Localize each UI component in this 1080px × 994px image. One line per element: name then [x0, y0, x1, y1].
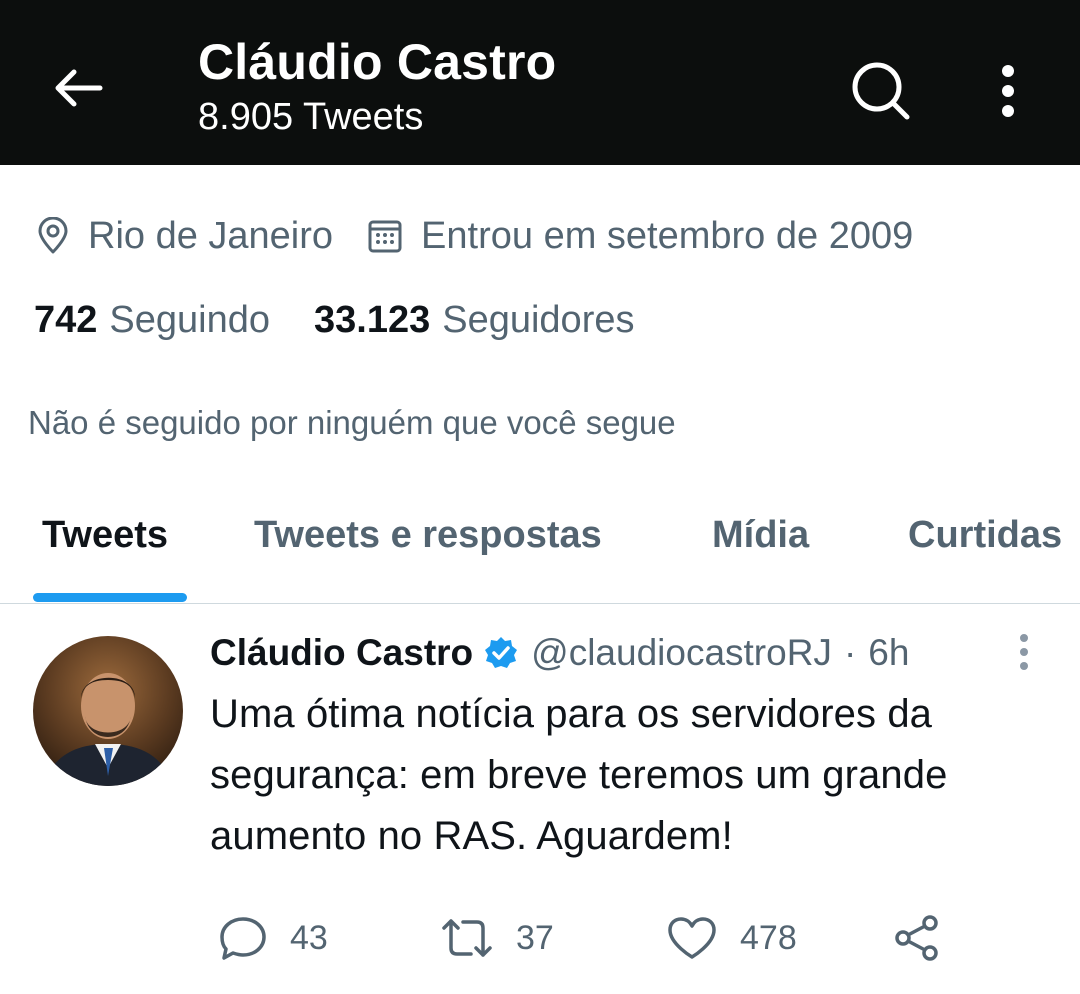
verified-badge-icon	[483, 635, 519, 671]
page-title: Cláudio Castro	[198, 34, 557, 90]
active-tab-indicator	[33, 593, 187, 602]
followers-count: 33.123	[314, 298, 431, 341]
tweet-author-handle[interactable]: @claudiocastroRJ	[531, 632, 832, 674]
join-date: Entrou em setembro de 2009	[367, 215, 913, 258]
location-text: Rio de Janeiro	[88, 214, 334, 257]
reply-icon	[220, 917, 266, 960]
share-icon	[895, 915, 938, 961]
tab-likes[interactable]: Curtidas	[908, 514, 1062, 557]
tweet-more-button[interactable]	[1006, 630, 1042, 674]
location: Rio de Janeiro	[36, 215, 333, 258]
tweet-author-name[interactable]: Cláudio Castro	[210, 632, 473, 674]
join-date-text: Entrou em setembro de 2009	[421, 214, 914, 257]
retweet-button[interactable]: 37	[440, 908, 554, 968]
tweet-actions: 43 37 478	[0, 908, 1080, 968]
reply-button[interactable]: 43	[218, 908, 328, 968]
follow-stats: 742 Seguindo 33.123 Seguidores	[34, 294, 634, 346]
profile-meta: Rio de Janeiro Entrou em setembro de 200…	[36, 206, 913, 266]
following-link[interactable]: 742 Seguindo	[34, 299, 270, 342]
tweet-text-line: segurança: em breve teremos um grande	[210, 753, 948, 797]
followers-link[interactable]: 33.123 Seguidores	[314, 299, 634, 342]
more-options-button[interactable]	[982, 56, 1034, 126]
reply-count: 43	[290, 918, 328, 957]
back-arrow-icon	[55, 69, 103, 107]
back-button[interactable]	[48, 58, 108, 118]
calendar-icon	[368, 220, 402, 253]
tab-media[interactable]: Mídia	[712, 514, 809, 557]
search-icon	[852, 62, 910, 120]
tweet-text-line: aumento no RAS. Aguardem!	[210, 814, 733, 858]
profile-tabs: Tweets Tweets e respostas Mídia Curtidas	[0, 500, 1080, 604]
tweet-header: Cláudio Castro @claudiocastroRJ · 6h	[210, 628, 909, 678]
following-label: Seguindo	[109, 298, 270, 341]
separator-dot: ·	[843, 632, 857, 673]
more-vertical-icon	[1020, 634, 1028, 670]
followers-label: Seguidores	[442, 298, 635, 341]
top-bar: Cláudio Castro 8.905 Tweets	[0, 0, 1080, 165]
tab-tweets[interactable]: Tweets	[42, 514, 168, 557]
profile-photo	[33, 636, 183, 786]
like-button[interactable]: 478	[666, 908, 797, 968]
retweet-icon	[442, 919, 492, 957]
like-count: 478	[740, 918, 797, 957]
tweet-count: 8.905 Tweets	[198, 96, 424, 138]
tab-tweets-and-replies[interactable]: Tweets e respostas	[254, 514, 602, 557]
share-button[interactable]	[892, 908, 964, 968]
tweet-text: Uma ótima notícia para os servidores da …	[210, 684, 1060, 867]
avatar[interactable]	[33, 636, 183, 786]
retweet-count: 37	[516, 918, 554, 957]
followed-by-note: Não é seguido por ninguém que você segue	[28, 404, 676, 441]
heart-icon	[668, 917, 716, 959]
location-pin-icon	[38, 217, 68, 254]
tweet-text-line: Uma ótima notícia para os servidores da	[210, 692, 933, 736]
profile-header: Cláudio Castro 8.905 Tweets	[198, 30, 556, 140]
following-count: 742	[34, 298, 98, 341]
search-button[interactable]	[846, 56, 916, 126]
tweet-timestamp[interactable]: 6h	[868, 632, 909, 674]
more-vertical-icon	[1002, 65, 1014, 117]
